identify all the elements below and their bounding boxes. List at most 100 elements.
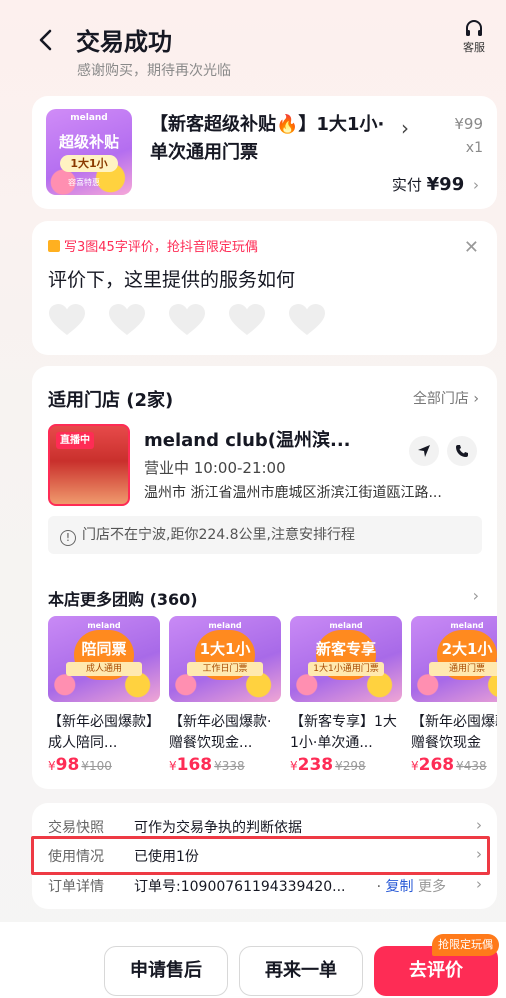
copy-button[interactable]: 复制 (386, 879, 414, 895)
deal-thumbnail: meland 2大1小 通用门票 (411, 616, 497, 702)
heart-rating-icon[interactable] (108, 303, 146, 337)
deal-card[interactable]: meland 新客专享 1大1小通用门票 【新客专享】1大1小·单次通... ¥… (290, 616, 402, 775)
review-card: 写3图45字评价，抢抖音限定玩偶 ✕ 评价下，这里提供的服务如何 (32, 221, 497, 355)
review-tip: 写3图45字评价，抢抖音限定玩偶 (48, 236, 258, 255)
deals-carousel[interactable]: meland 陪同票 成人通用 【新年必囤爆款】成人陪同... ¥98 ¥100 … (48, 616, 497, 786)
deal-brand: meland (450, 621, 484, 630)
deal-original-price: ¥298 (335, 759, 366, 773)
deal-card[interactable]: meland 陪同票 成人通用 【新年必囤爆款】成人陪同... ¥98 ¥100 (48, 616, 160, 775)
header: 交易成功 感谢购买，期待再次光临 客服 (0, 0, 506, 92)
deal-headline: 陪同票 (81, 640, 127, 658)
promo-badge: 抢限定玩偶 (432, 934, 499, 956)
deal-thumbnail: meland 陪同票 成人通用 (48, 616, 160, 702)
heart-rating-icon[interactable] (48, 303, 86, 337)
thumb-tag: 容喜特惠 (68, 178, 100, 187)
live-badge: 直播中 (56, 432, 94, 449)
more-deals-title: 本店更多团购 (360) (48, 590, 198, 609)
bottom-action-bar: 申请售后 再来一单 去评价 (0, 922, 506, 998)
stores-title: 适用门店 (2家) (48, 390, 174, 411)
headset-icon (466, 20, 482, 36)
deal-name: 【新客专享】1大1小·单次通... (290, 714, 397, 751)
deal-price: ¥98 ¥100 (48, 755, 112, 775)
product-thumbnail[interactable]: meland 超级补贴 1大1小 容喜特惠 (46, 109, 132, 195)
chevron-right-icon: › (476, 816, 482, 834)
heart-rating-icon[interactable] (228, 303, 266, 337)
deal-price: ¥268 ¥438 (411, 755, 487, 775)
order-label: 订单详情 (48, 879, 104, 895)
deal-card[interactable]: meland 2大1小 通用门票 【新年必囤爆款·赠餐饮现金 ¥268¥438 (411, 616, 497, 775)
close-icon[interactable]: ✕ (464, 237, 479, 258)
deal-name: 【新年必囤爆款·赠餐饮现金 (411, 714, 497, 751)
deal-name: 【新年必囤爆款·赠餐饮现金... (169, 714, 272, 751)
thumb-pill: 1大1小 (60, 155, 118, 172)
distance-notice: ! 门店不在宁波,距你224.8公里,注意安排行程 (48, 516, 482, 554)
deal-thumbnail: meland 1大1小 工作日门票 (169, 616, 281, 702)
deal-headline: 新客专享 (315, 640, 376, 658)
review-question: 评价下，这里提供的服务如何 (48, 269, 296, 291)
deal-subtag: 成人通用 (66, 662, 142, 676)
all-stores-link[interactable]: 全部门店 › (413, 388, 479, 408)
deal-name: 【新年必囤爆款】成人陪同... (48, 714, 160, 751)
product-card[interactable]: meland 超级补贴 1大1小 容喜特惠 【新客超级补贴🔥】1大1小·单次通用… (32, 96, 497, 209)
deal-thumbnail: meland 新客专享 1大1小通用门票 (290, 616, 402, 702)
deal-original-price: ¥438 (456, 759, 487, 773)
order-detail-row[interactable]: 订单详情 订单号:10900761194339420... · 复制 更多 › (48, 871, 482, 899)
chevron-right-icon: › (476, 875, 482, 893)
rating-hearts (48, 303, 326, 337)
buy-again-button[interactable]: 再来一单 (239, 946, 363, 996)
navigate-button[interactable] (409, 436, 439, 466)
customer-service-button[interactable]: 客服 (454, 20, 494, 55)
gift-icon (48, 240, 60, 252)
deal-headline: 1大1小 (199, 640, 251, 658)
order-number: 订单号:10900761194339420... (134, 879, 346, 895)
deal-subtag: 工作日门票 (187, 662, 263, 676)
deal-price-value: 238 (297, 755, 334, 775)
deal-price: ¥238 ¥298 (290, 755, 366, 775)
heart-rating-icon[interactable] (288, 303, 326, 337)
deal-price-value: 98 (55, 755, 80, 775)
page-title: 交易成功 (76, 28, 172, 56)
product-title[interactable]: 【新客超级补贴🔥】1大1小·单次通用门票 (150, 111, 398, 167)
deal-headline: 2大1小 (441, 640, 493, 658)
deal-card[interactable]: meland 1大1小 工作日门票 【新年必囤爆款·赠餐饮现金... ¥168 ¥… (169, 616, 281, 775)
back-arrow-icon[interactable] (34, 28, 58, 52)
paid-value: ¥99 (426, 174, 465, 195)
deal-brand: meland (329, 621, 363, 630)
store-address: 温州市 浙江省温州市鹿城区浙滨江街道瓯江路... (144, 485, 442, 501)
deal-original-price: ¥100 (81, 759, 112, 773)
product-price: ¥99 (454, 115, 483, 133)
deal-price-value: 268 (418, 755, 455, 775)
deal-brand: meland (208, 621, 242, 630)
deal-price-value: 168 (176, 755, 213, 775)
snapshot-value: 可作为交易争执的判断依据 (134, 820, 302, 836)
stores-card: 适用门店 (2家) 全部门店 › 直播中 meland club(温州滨... … (32, 366, 497, 789)
notice-text: 门店不在宁波,距你224.8公里,注意安排行程 (82, 527, 355, 543)
review-tip-text: 写3图45字评价，抢抖音限定玩偶 (64, 240, 258, 255)
call-button[interactable] (447, 436, 477, 466)
product-quantity: x1 (465, 140, 483, 156)
copy-more: · 复制 更多 (376, 879, 446, 895)
store-name[interactable]: meland club(温州滨... (144, 426, 351, 452)
deal-original-price: ¥338 (214, 759, 245, 773)
after-sale-button[interactable]: 申请售后 (104, 946, 228, 996)
service-label: 客服 (463, 41, 485, 54)
page-subtitle: 感谢购买，期待再次光临 (77, 63, 231, 79)
thumb-brand: meland (70, 113, 108, 123)
paid-label: 实付 (391, 176, 422, 194)
chevron-right-icon[interactable]: › (473, 586, 479, 605)
deal-price: ¥168 ¥338 (169, 755, 245, 775)
snapshot-label: 交易快照 (48, 820, 104, 836)
more-label[interactable]: 更多 (418, 879, 446, 895)
paid-amount[interactable]: 实付 ¥99 › (392, 174, 479, 195)
chevron-right-icon[interactable]: › (401, 116, 409, 140)
thumb-headline: 超级补贴 (58, 133, 119, 151)
chevron-right-icon: › (473, 176, 479, 194)
store-hours: 营业中 10:00-21:00 (144, 459, 286, 477)
deal-subtag: 通用门票 (429, 662, 497, 676)
heart-rating-icon[interactable] (168, 303, 206, 337)
deal-subtag: 1大1小通用门票 (308, 662, 384, 676)
navigation-arrow-icon (418, 445, 430, 457)
store-thumbnail[interactable]: 直播中 (48, 424, 130, 506)
info-icon: ! (60, 530, 76, 546)
usage-highlight-box (31, 836, 490, 875)
